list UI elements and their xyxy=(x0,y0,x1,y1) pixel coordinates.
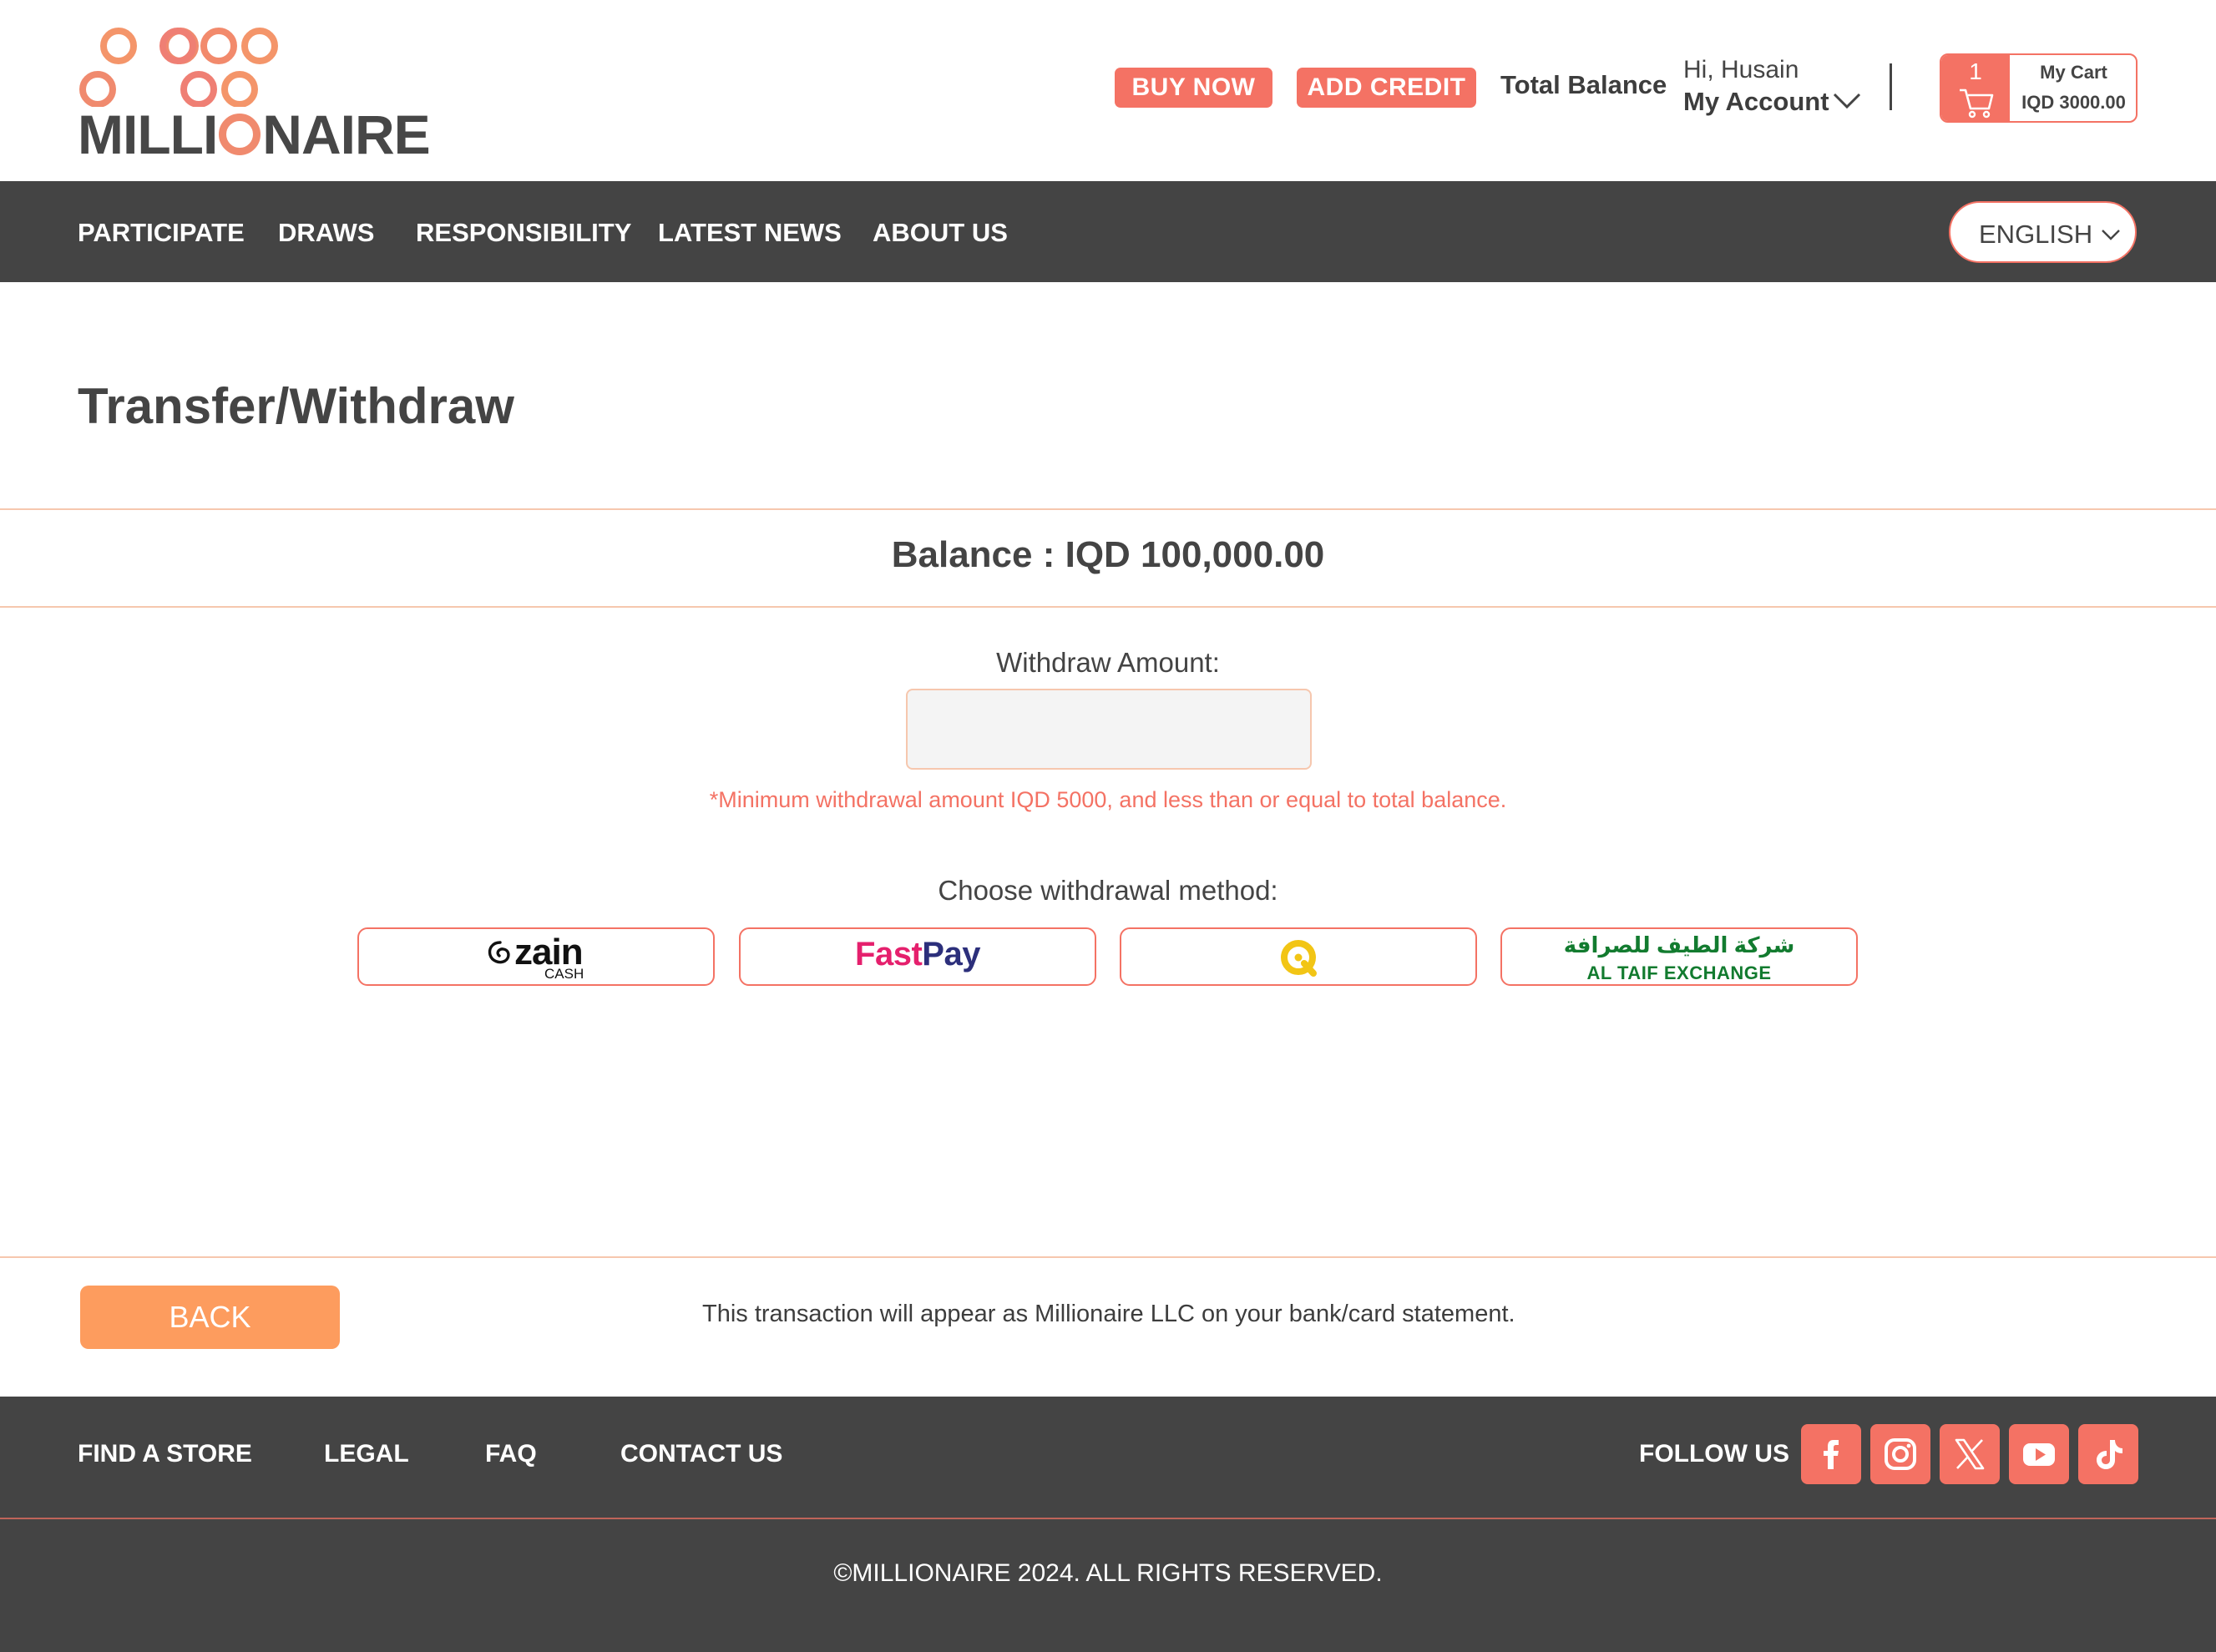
my-account-menu[interactable]: My Account xyxy=(1683,87,1829,117)
copyright-text: ©MILLIONAIRE 2024. ALL RIGHTS RESERVED. xyxy=(833,1559,1383,1587)
instagram-button[interactable] xyxy=(1870,1424,1930,1484)
withdrawal-method-label: Choose withdrawal method: xyxy=(938,875,1278,906)
fastpay-logo: FastPay xyxy=(855,936,980,973)
facebook-icon xyxy=(1824,1440,1839,1469)
millionaire-logo[interactable]: MILLI NAIRE xyxy=(78,23,431,162)
logo-wordmark: MILLI NAIRE xyxy=(78,104,431,165)
fastpay-method-button[interactable]: FastPay xyxy=(739,927,1096,986)
divider xyxy=(0,606,2216,608)
youtube-button[interactable] xyxy=(2009,1424,2069,1484)
x-button[interactable] xyxy=(1940,1424,2000,1484)
instagram-icon xyxy=(1885,1438,1916,1470)
tiktok-button[interactable] xyxy=(2078,1424,2138,1484)
withdraw-amount-input[interactable] xyxy=(906,689,1312,770)
cart-count-panel: 1 xyxy=(1941,55,2010,121)
add-credit-button[interactable]: ADD CREDIT xyxy=(1297,68,1476,108)
footer-link-legal[interactable]: LEGAL xyxy=(324,1440,409,1468)
tiktok-icon xyxy=(2097,1440,2122,1469)
cart-count: 1 xyxy=(1969,58,1982,84)
zain-cash-method-button[interactable]: zain CASH xyxy=(357,927,715,986)
site-footer: FIND A STORE LEGAL FAQ CONTACT US FOLLOW… xyxy=(0,1397,2216,1652)
withdraw-amount-label: Withdraw Amount: xyxy=(996,647,1220,678)
nav-item-draws[interactable]: DRAWS xyxy=(278,218,374,248)
footer-link-find-a-store[interactable]: FIND A STORE xyxy=(78,1440,252,1468)
al-taif-english-name: AL TAIF EXCHANGE xyxy=(1586,962,1772,983)
logo-rings-icon-2 xyxy=(159,28,278,107)
withdraw-note: *Minimum withdrawal amount IQD 5000, and… xyxy=(709,787,1507,812)
zain-cash-sub: CASH xyxy=(544,966,584,982)
qi-card-icon xyxy=(1281,940,1317,977)
main-navigation: PARTICIPATE DRAWS RESPONSIBILITY LATEST … xyxy=(0,181,2216,282)
divider xyxy=(0,508,2216,510)
cart-title: My Cart xyxy=(2040,62,2107,83)
chevron-down-icon xyxy=(2102,230,2120,240)
page-title: Transfer/Withdraw xyxy=(78,378,514,434)
nav-item-responsibility[interactable]: RESPONSIBILITY xyxy=(416,218,631,248)
cart-amount: IQD 3000.00 xyxy=(2021,92,2126,113)
back-button[interactable]: BACK xyxy=(80,1286,340,1349)
al-taif-exchange-method-button[interactable]: شركة الطيف للصرافة AL TAIF EXCHANGE xyxy=(1500,927,1858,986)
qi-card-method-button[interactable] xyxy=(1120,927,1477,986)
divider xyxy=(0,1256,2216,1258)
buy-now-button[interactable]: BUY NOW xyxy=(1115,68,1272,108)
al-taif-arabic-name: شركة الطيف للصرافة xyxy=(1563,932,1795,957)
follow-us-label: FOLLOW US xyxy=(1639,1440,1789,1468)
zain-swirl-icon xyxy=(488,941,510,964)
language-label: ENGLISH xyxy=(1979,220,2093,249)
x-icon xyxy=(1955,1438,1985,1470)
statement-notice: This transaction will appear as Milliona… xyxy=(702,1301,1515,1327)
nav-item-latest-news[interactable]: LATEST NEWS xyxy=(658,218,842,248)
balance-display: Balance : IQD 100,000.00 xyxy=(891,534,1325,575)
facebook-button[interactable] xyxy=(1801,1424,1861,1484)
site-header: MILLI NAIRE BUY NOW ADD CREDIT Total Bala… xyxy=(0,0,2216,181)
nav-item-participate[interactable]: PARTICIPATE xyxy=(78,218,245,248)
footer-link-contact-us[interactable]: CONTACT US xyxy=(620,1440,782,1468)
cart-icon xyxy=(1960,88,1994,119)
nav-item-about-us[interactable]: ABOUT US xyxy=(873,218,1008,248)
total-balance-link[interactable]: Total Balance xyxy=(1500,70,1667,100)
language-selector[interactable]: ENGLISH xyxy=(1949,201,2137,263)
footer-divider xyxy=(0,1518,2216,1519)
header-divider xyxy=(1890,63,1892,110)
youtube-icon xyxy=(2023,1443,2055,1466)
footer-link-faq[interactable]: FAQ xyxy=(485,1440,537,1468)
cart-widget[interactable]: 1 My Cart IQD 3000.00 xyxy=(1940,53,2138,123)
user-greeting: Hi, Husain xyxy=(1683,56,1799,83)
chevron-down-icon[interactable] xyxy=(1832,92,1862,110)
logo-o-ring-icon xyxy=(219,114,261,155)
